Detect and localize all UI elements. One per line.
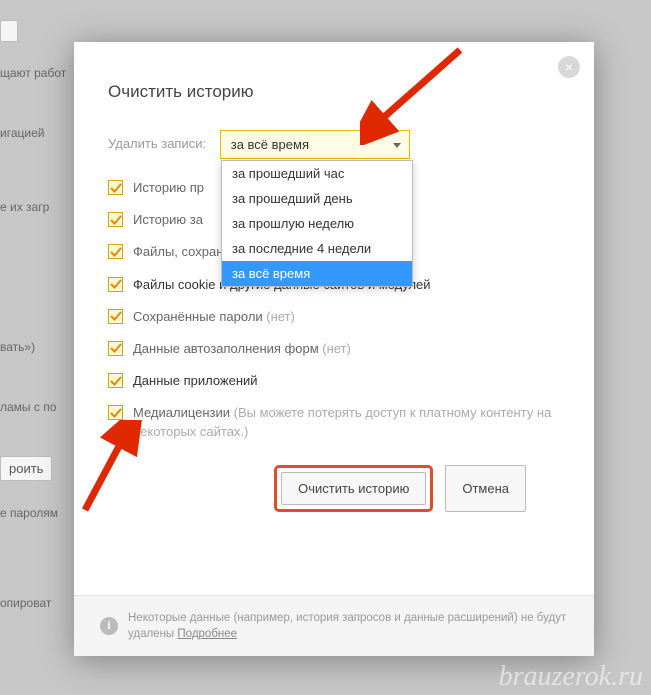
dropdown-item[interactable]: за прошлую неделю [222, 211, 412, 236]
clear-history-dialog: × Очистить историю Удалить записи: за вс… [74, 42, 594, 656]
dropdown-item[interactable]: за прошедший день [222, 186, 412, 211]
bg-text: е паролям [0, 506, 58, 520]
checkbox-row: Данные приложений [108, 372, 560, 390]
bg-text: щают работ [0, 66, 66, 80]
checkbox[interactable] [108, 309, 123, 324]
dialog-footer: i Некоторые данные (например, история за… [74, 595, 594, 656]
bg-text: вать») [0, 340, 35, 354]
highlight-box: Очистить историю [274, 465, 433, 512]
watermark: brauzerok.ru [499, 661, 643, 693]
checkbox-row: Медиалицензии (Вы можете потерять доступ… [108, 404, 560, 440]
clear-history-button[interactable]: Очистить историю [281, 472, 426, 505]
checkbox[interactable] [108, 244, 123, 259]
checkbox-label: Сохранённые пароли (нет) [133, 308, 295, 326]
dropdown-item-selected[interactable]: за всё время [222, 261, 412, 286]
checkbox-label: Историю пр [133, 179, 204, 197]
checkbox-label: Данные приложений [133, 372, 258, 390]
select-value: за всё время [231, 137, 309, 152]
bg-button-label: роить [9, 461, 43, 476]
cancel-button[interactable]: Отмена [445, 465, 526, 512]
checkbox[interactable] [108, 180, 123, 195]
checkbox[interactable] [108, 373, 123, 388]
dialog-actions: Очистить историю Отмена [108, 465, 560, 512]
annotation-arrow-2 [70, 420, 160, 520]
footer-text: Некоторые данные (например, история запр… [128, 610, 568, 642]
cancel-button-label: Отмена [462, 481, 509, 496]
select-label: Удалить записи: [108, 136, 206, 151]
checkbox[interactable] [108, 212, 123, 227]
annotation-arrow-1 [360, 40, 470, 145]
checkbox[interactable] [108, 341, 123, 356]
bg-button-partial [0, 20, 18, 42]
dropdown-item[interactable]: за прошедший час [222, 161, 412, 186]
bg-button[interactable]: роить [0, 456, 52, 481]
time-range-row: Удалить записи: за всё время за прошедши… [108, 130, 560, 159]
checkbox[interactable] [108, 277, 123, 292]
checkbox-row: Сохранённые пароли (нет) [108, 308, 560, 326]
primary-button-label: Очистить историю [298, 481, 409, 496]
close-icon[interactable]: × [558, 56, 580, 78]
bg-text: игацией [0, 126, 44, 140]
footer-link[interactable]: Подробнее [177, 628, 237, 640]
dialog-title: Очистить историю [108, 82, 560, 102]
checkbox-label: Историю за [133, 211, 203, 229]
bg-text: опироват [0, 596, 51, 610]
bg-text: е их загр [0, 200, 49, 214]
checkbox[interactable] [108, 405, 123, 420]
dropdown-item[interactable]: за последние 4 недели [222, 236, 412, 261]
checkbox-label: Данные автозаполнения форм (нет) [133, 340, 351, 358]
time-range-dropdown: за прошедший час за прошедший день за пр… [221, 160, 413, 287]
info-icon: i [100, 617, 118, 635]
checkbox-label: Медиалицензии (Вы можете потерять доступ… [133, 404, 560, 440]
bg-text: ламы с по [0, 400, 56, 414]
checkbox-row: Данные автозаполнения форм (нет) [108, 340, 560, 358]
